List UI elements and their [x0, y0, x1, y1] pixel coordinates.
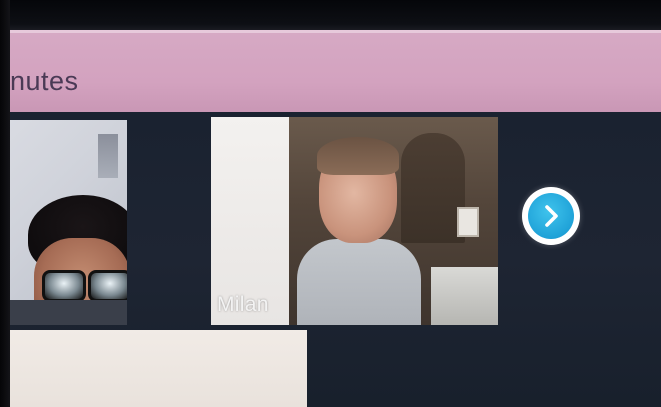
background-cabinet — [401, 133, 465, 243]
background-table — [431, 267, 498, 325]
participant-body — [297, 239, 421, 325]
top-bezel — [0, 0, 661, 30]
participant-glasses — [42, 270, 127, 302]
next-page-button[interactable] — [522, 187, 580, 245]
participant-name-label: Milan — [217, 293, 269, 316]
screen: nutes Milan — [0, 0, 661, 407]
video-stage: Milan — [10, 112, 661, 407]
background-wall-sign — [98, 134, 118, 178]
participant-tile-2[interactable]: Milan — [211, 117, 498, 325]
participant-tile-3[interactable] — [10, 330, 307, 407]
app-header: nutes — [10, 30, 661, 115]
chevron-right-icon — [528, 193, 574, 239]
header-title: nutes — [10, 66, 79, 96]
background-picture-frame — [457, 207, 479, 237]
left-bezel — [0, 0, 10, 407]
participant-tile-1[interactable] — [10, 120, 127, 325]
participant-shirt — [10, 300, 127, 325]
participant-hair — [317, 137, 399, 175]
